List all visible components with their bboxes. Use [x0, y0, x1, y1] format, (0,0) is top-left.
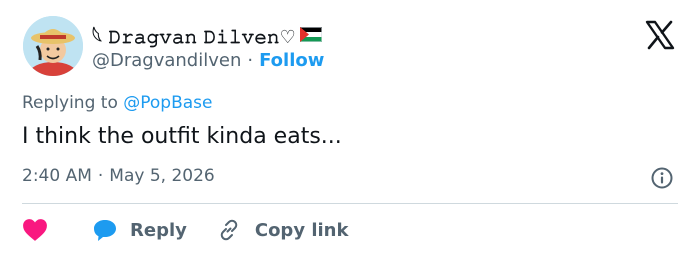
- info-icon[interactable]: [650, 166, 674, 190]
- tweet-card: 𓆩 𝙳𝚛𝚊𝚐𝚟𝚊𝚗 𝙳𝚒𝚕𝚟𝚎𝚗♡ @Dragvandilven · Follo…: [0, 0, 700, 256]
- author-handle-row: @Dragvandilven · Follow: [92, 48, 324, 72]
- separator-dot: ·: [247, 49, 254, 71]
- author-display-name-row[interactable]: 𓆩 𝙳𝚛𝚊𝚐𝚟𝚊𝚗 𝙳𝚒𝚕𝚟𝚎𝚗♡: [92, 19, 322, 49]
- copy-link-label: Copy link: [254, 219, 349, 241]
- tweet-timestamp[interactable]: 2:40 AM · May 5, 2026: [22, 166, 215, 186]
- reply-label: Reply: [130, 219, 187, 241]
- tweet-date[interactable]: May 5, 2026: [109, 166, 214, 186]
- palestine-flag-icon: [299, 26, 322, 42]
- reply-button[interactable]: Reply: [92, 218, 187, 242]
- heart-icon: [23, 219, 47, 241]
- author-handle[interactable]: @Dragvandilven: [92, 50, 241, 71]
- replying-to-mention[interactable]: @PopBase: [123, 93, 212, 113]
- action-bar: Reply Copy link: [22, 216, 348, 244]
- like-button[interactable]: [22, 218, 52, 242]
- date-separator: ·: [97, 166, 104, 186]
- link-icon: [220, 219, 238, 241]
- follow-button[interactable]: Follow: [259, 50, 324, 71]
- tweet-text: I think the outfit kinda eats...: [22, 124, 342, 149]
- replying-to-line: Replying to @PopBase: [22, 93, 212, 113]
- replying-to-prefix: Replying to: [22, 93, 118, 113]
- copy-link-button[interactable]: Copy link: [217, 218, 349, 242]
- author-display-name[interactable]: 𓆩 𝙳𝚛𝚊𝚐𝚟𝚊𝚗 𝙳𝚒𝚕𝚟𝚎𝚗♡: [92, 19, 296, 49]
- divider: [22, 203, 678, 204]
- reply-bubble-icon: [94, 220, 116, 241]
- tweet-time[interactable]: 2:40 AM: [22, 166, 92, 186]
- x-logo-icon[interactable]: [644, 20, 676, 50]
- avatar[interactable]: [23, 16, 83, 76]
